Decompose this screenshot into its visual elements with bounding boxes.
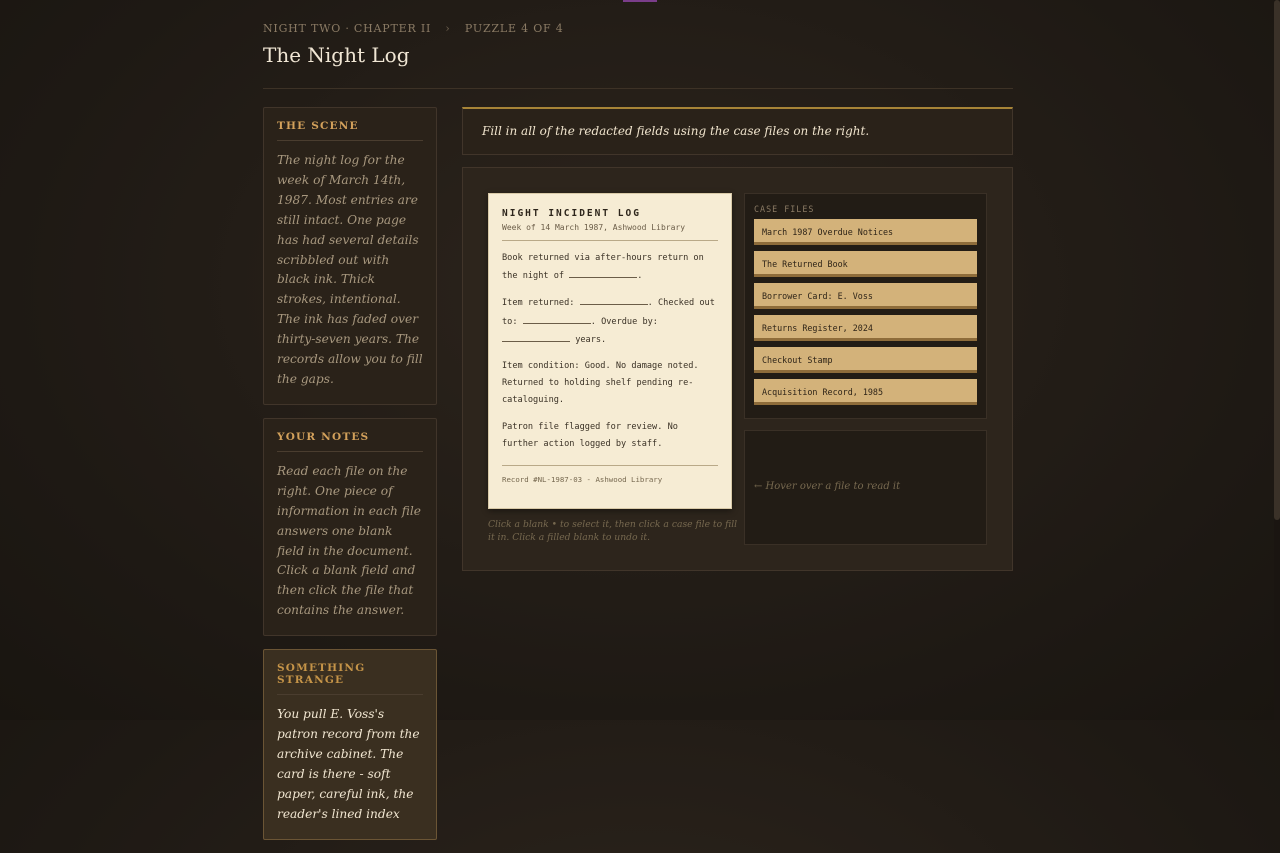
doc-text: years. [575,334,607,345]
doc-text: . Overdue by: [590,316,658,327]
breadcrumb-chapter: NIGHT TWO · CHAPTER II [263,22,432,35]
document-paragraph: Item condition: Good. No damage noted. R… [502,361,699,406]
blank-field-patron[interactable] [522,313,591,324]
blank-field-date[interactable] [569,267,638,279]
scene-heading: THE SCENE [277,120,423,141]
notes-heading: YOUR NOTES [277,431,423,452]
sidebar: THE SCENE The night log for the week of … [263,107,437,853]
strange-heading: SOMETHING STRANGE [277,662,423,696]
document-paragraph: Patron file flagged for review. No furth… [502,421,678,449]
case-file-acquisition-record[interactable]: Acquisition Record, 1985 [754,379,977,405]
breadcrumb: NIGHT TWO · CHAPTER II › PUZZLE 4 OF 4 [263,22,1013,35]
instruction-banner: Fill in all of the redacted fields using… [462,107,1013,155]
scene-panel: THE SCENE The night log for the week of … [263,107,437,405]
case-file-returned-book[interactable]: The Returned Book [754,251,977,277]
interaction-hint: Click a blank • to select it, then click… [488,519,738,543]
document-paragraph: Item returned: . Checked out to: . Overd… [502,294,718,349]
breadcrumb-separator: › [445,22,451,35]
document-title: NIGHT INCIDENT LOG [502,208,641,219]
case-file-overdue-notices[interactable]: March 1987 Overdue Notices [754,219,977,245]
document-footer: Record #NL-1987-03 - Ashwood Library [502,465,718,484]
reader-hint: ← Hover over a file to read it [754,481,901,492]
case-files-panel: CASE FILES March 1987 Overdue Notices Th… [744,193,987,419]
blank-field-item[interactable] [579,294,648,306]
blank-field-overdue[interactable] [502,331,570,342]
page-header: NIGHT TWO · CHAPTER II › PUZZLE 4 OF 4 T… [263,18,1013,89]
document-paragraph: Book returned via after-hours return on … [502,250,718,285]
scene-text: The night log for the week of March 14th… [277,153,423,386]
case-file-borrower-card[interactable]: Borrower Card: E. Voss [754,283,977,309]
document-subtitle: Week of 14 March 1987, Ashwood Library [502,223,718,241]
notes-text: Read each file on the right. One piece o… [277,463,421,618]
breadcrumb-puzzle: PUZZLE 4 OF 4 [464,22,564,35]
top-accent-bar [623,0,657,2]
page-title: The Night Log [263,43,410,67]
case-files-label: CASE FILES [754,204,815,214]
case-file-returns-register[interactable]: Returns Register, 2024 [754,315,977,341]
night-incident-log-document: NIGHT INCIDENT LOG Week of 14 March 1987… [488,193,732,509]
file-reader-panel: ← Hover over a file to read it [744,430,987,545]
something-strange-panel: SOMETHING STRANGE You pull E. Voss's pat… [263,649,437,840]
puzzle-workspace: NIGHT INCIDENT LOG Week of 14 March 1987… [462,167,1013,571]
doc-text: Item returned: [502,298,575,309]
case-file-checkout-stamp[interactable]: Checkout Stamp [754,347,977,373]
doc-text: . [637,271,643,282]
strange-text: You pull E. Voss's patron record from th… [277,707,420,821]
notes-panel: YOUR NOTES Read each file on the right. … [263,417,437,637]
scrollbar-thumb[interactable] [1274,0,1280,520]
page-scrollbar[interactable] [1274,0,1280,720]
